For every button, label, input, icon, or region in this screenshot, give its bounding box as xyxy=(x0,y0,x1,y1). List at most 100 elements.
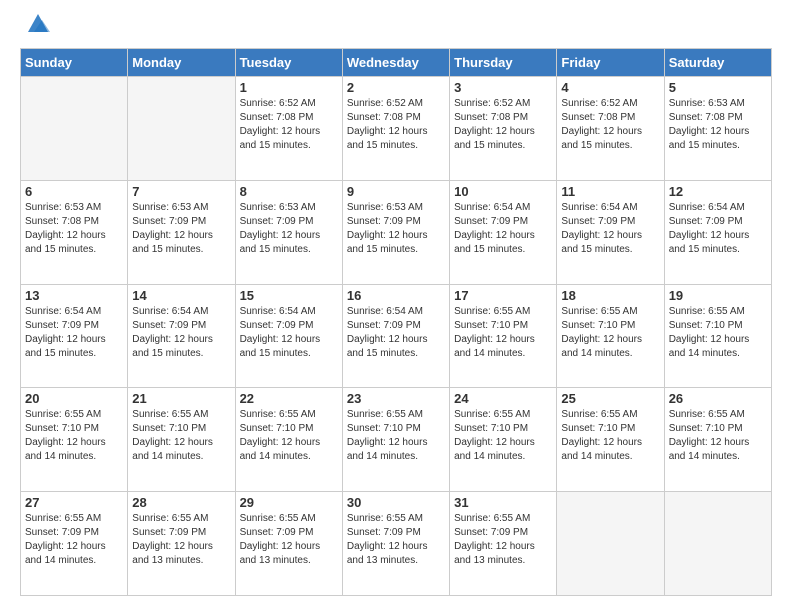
day-info: Sunrise: 6:55 AMSunset: 7:10 PMDaylight:… xyxy=(454,305,552,361)
day-number: 21 xyxy=(132,391,230,406)
logo-icon xyxy=(24,10,52,38)
calendar-header-saturday: Saturday xyxy=(664,49,771,77)
day-info: Sunrise: 6:55 AMSunset: 7:09 PMDaylight:… xyxy=(25,512,123,568)
calendar-header-wednesday: Wednesday xyxy=(342,49,449,77)
day-info: Sunrise: 6:55 AMSunset: 7:10 PMDaylight:… xyxy=(669,305,767,361)
calendar-header-monday: Monday xyxy=(128,49,235,77)
day-number: 26 xyxy=(669,391,767,406)
day-info: Sunrise: 6:53 AMSunset: 7:08 PMDaylight:… xyxy=(25,201,123,257)
day-number: 16 xyxy=(347,288,445,303)
day-number: 7 xyxy=(132,184,230,199)
day-info: Sunrise: 6:55 AMSunset: 7:10 PMDaylight:… xyxy=(561,408,659,464)
day-number: 10 xyxy=(454,184,552,199)
day-info: Sunrise: 6:52 AMSunset: 7:08 PMDaylight:… xyxy=(561,97,659,153)
calendar-cell: 4 Sunrise: 6:52 AMSunset: 7:08 PMDaylight… xyxy=(557,77,664,181)
day-number: 25 xyxy=(561,391,659,406)
page: SundayMondayTuesdayWednesdayThursdayFrid… xyxy=(0,0,792,612)
day-info: Sunrise: 6:55 AMSunset: 7:10 PMDaylight:… xyxy=(132,408,230,464)
calendar-header-sunday: Sunday xyxy=(21,49,128,77)
day-info: Sunrise: 6:55 AMSunset: 7:10 PMDaylight:… xyxy=(454,408,552,464)
calendar-cell: 6 Sunrise: 6:53 AMSunset: 7:08 PMDaylight… xyxy=(21,180,128,284)
day-info: Sunrise: 6:54 AMSunset: 7:09 PMDaylight:… xyxy=(454,201,552,257)
day-info: Sunrise: 6:55 AMSunset: 7:09 PMDaylight:… xyxy=(132,512,230,568)
day-number: 20 xyxy=(25,391,123,406)
day-number: 3 xyxy=(454,80,552,95)
calendar-week-row: 27 Sunrise: 6:55 AMSunset: 7:09 PMDayligh… xyxy=(21,492,772,596)
calendar-cell: 11Sunrise: 6:54 AMSunset: 7:09 PMDayligh… xyxy=(557,180,664,284)
day-number: 11 xyxy=(561,184,659,199)
calendar-week-row: 6 Sunrise: 6:53 AMSunset: 7:08 PMDaylight… xyxy=(21,180,772,284)
calendar-cell: 5Sunrise: 6:53 AMSunset: 7:08 PMDaylight… xyxy=(664,77,771,181)
day-number: 23 xyxy=(347,391,445,406)
calendar-cell: 27 Sunrise: 6:55 AMSunset: 7:09 PMDayligh… xyxy=(21,492,128,596)
calendar-cell: 20 Sunrise: 6:55 AMSunset: 7:10 PMDayligh… xyxy=(21,388,128,492)
day-number: 4 xyxy=(561,80,659,95)
calendar-cell: 16 Sunrise: 6:54 AMSunset: 7:09 PMDayligh… xyxy=(342,284,449,388)
day-info: Sunrise: 6:55 AMSunset: 7:10 PMDaylight:… xyxy=(669,408,767,464)
day-number: 24 xyxy=(454,391,552,406)
calendar-cell xyxy=(128,77,235,181)
calendar-cell: 8 Sunrise: 6:53 AMSunset: 7:09 PMDaylight… xyxy=(235,180,342,284)
day-number: 18 xyxy=(561,288,659,303)
calendar-header-row: SundayMondayTuesdayWednesdayThursdayFrid… xyxy=(21,49,772,77)
day-info: Sunrise: 6:52 AMSunset: 7:08 PMDaylight:… xyxy=(347,97,445,153)
calendar-cell: 9 Sunrise: 6:53 AMSunset: 7:09 PMDaylight… xyxy=(342,180,449,284)
calendar-cell: 15Sunrise: 6:54 AMSunset: 7:09 PMDayligh… xyxy=(235,284,342,388)
day-number: 2 xyxy=(347,80,445,95)
day-number: 13 xyxy=(25,288,123,303)
day-number: 27 xyxy=(25,495,123,510)
day-number: 19 xyxy=(669,288,767,303)
calendar-cell: 2 Sunrise: 6:52 AMSunset: 7:08 PMDaylight… xyxy=(342,77,449,181)
day-info: Sunrise: 6:55 AMSunset: 7:10 PMDaylight:… xyxy=(25,408,123,464)
day-info: Sunrise: 6:55 AMSunset: 7:09 PMDaylight:… xyxy=(347,512,445,568)
day-info: Sunrise: 6:55 AMSunset: 7:10 PMDaylight:… xyxy=(561,305,659,361)
calendar-week-row: 1 Sunrise: 6:52 AMSunset: 7:08 PMDaylight… xyxy=(21,77,772,181)
calendar-cell: 12Sunrise: 6:54 AMSunset: 7:09 PMDayligh… xyxy=(664,180,771,284)
day-info: Sunrise: 6:55 AMSunset: 7:09 PMDaylight:… xyxy=(240,512,338,568)
calendar-cell xyxy=(664,492,771,596)
calendar-cell: 19 Sunrise: 6:55 AMSunset: 7:10 PMDayligh… xyxy=(664,284,771,388)
calendar-week-row: 13 Sunrise: 6:54 AMSunset: 7:09 PMDayligh… xyxy=(21,284,772,388)
day-info: Sunrise: 6:54 AMSunset: 7:09 PMDaylight:… xyxy=(25,305,123,361)
calendar-cell: 21 Sunrise: 6:55 AMSunset: 7:10 PMDayligh… xyxy=(128,388,235,492)
calendar-cell: 24 Sunrise: 6:55 AMSunset: 7:10 PMDayligh… xyxy=(450,388,557,492)
calendar-cell xyxy=(557,492,664,596)
calendar-cell: 22 Sunrise: 6:55 AMSunset: 7:10 PMDayligh… xyxy=(235,388,342,492)
calendar-cell: 13 Sunrise: 6:54 AMSunset: 7:09 PMDayligh… xyxy=(21,284,128,388)
calendar-cell: 18 Sunrise: 6:55 AMSunset: 7:10 PMDayligh… xyxy=(557,284,664,388)
day-number: 28 xyxy=(132,495,230,510)
calendar-cell: 29 Sunrise: 6:55 AMSunset: 7:09 PMDayligh… xyxy=(235,492,342,596)
day-info: Sunrise: 6:53 AMSunset: 7:09 PMDaylight:… xyxy=(240,201,338,257)
day-number: 31 xyxy=(454,495,552,510)
calendar-cell: 10 Sunrise: 6:54 AMSunset: 7:09 PMDayligh… xyxy=(450,180,557,284)
calendar-cell: 25 Sunrise: 6:55 AMSunset: 7:10 PMDayligh… xyxy=(557,388,664,492)
day-number: 5 xyxy=(669,80,767,95)
calendar-cell: 1Sunrise: 6:52 AMSunset: 7:08 PMDaylight… xyxy=(235,77,342,181)
day-number: 14 xyxy=(132,288,230,303)
header xyxy=(20,16,772,38)
calendar-header-thursday: Thursday xyxy=(450,49,557,77)
calendar-cell: 30 Sunrise: 6:55 AMSunset: 7:09 PMDayligh… xyxy=(342,492,449,596)
day-info: Sunrise: 6:55 AMSunset: 7:10 PMDaylight:… xyxy=(347,408,445,464)
day-number: 6 xyxy=(25,184,123,199)
day-info: Sunrise: 6:53 AMSunset: 7:09 PMDaylight:… xyxy=(347,201,445,257)
day-number: 29 xyxy=(240,495,338,510)
day-number: 22 xyxy=(240,391,338,406)
day-info: Sunrise: 6:55 AMSunset: 7:09 PMDaylight:… xyxy=(454,512,552,568)
calendar-week-row: 20 Sunrise: 6:55 AMSunset: 7:10 PMDayligh… xyxy=(21,388,772,492)
calendar-cell xyxy=(21,77,128,181)
day-number: 8 xyxy=(240,184,338,199)
calendar-cell: 14 Sunrise: 6:54 AMSunset: 7:09 PMDayligh… xyxy=(128,284,235,388)
calendar-header-friday: Friday xyxy=(557,49,664,77)
day-info: Sunrise: 6:55 AMSunset: 7:10 PMDaylight:… xyxy=(240,408,338,464)
day-number: 15 xyxy=(240,288,338,303)
day-info: Sunrise: 6:54 AMSunset: 7:09 PMDaylight:… xyxy=(347,305,445,361)
day-number: 30 xyxy=(347,495,445,510)
day-number: 17 xyxy=(454,288,552,303)
day-number: 9 xyxy=(347,184,445,199)
logo xyxy=(20,16,52,38)
calendar-cell: 3Sunrise: 6:52 AMSunset: 7:08 PMDaylight… xyxy=(450,77,557,181)
day-number: 1 xyxy=(240,80,338,95)
calendar-cell: 23 Sunrise: 6:55 AMSunset: 7:10 PMDayligh… xyxy=(342,388,449,492)
day-info: Sunrise: 6:54 AMSunset: 7:09 PMDaylight:… xyxy=(132,305,230,361)
